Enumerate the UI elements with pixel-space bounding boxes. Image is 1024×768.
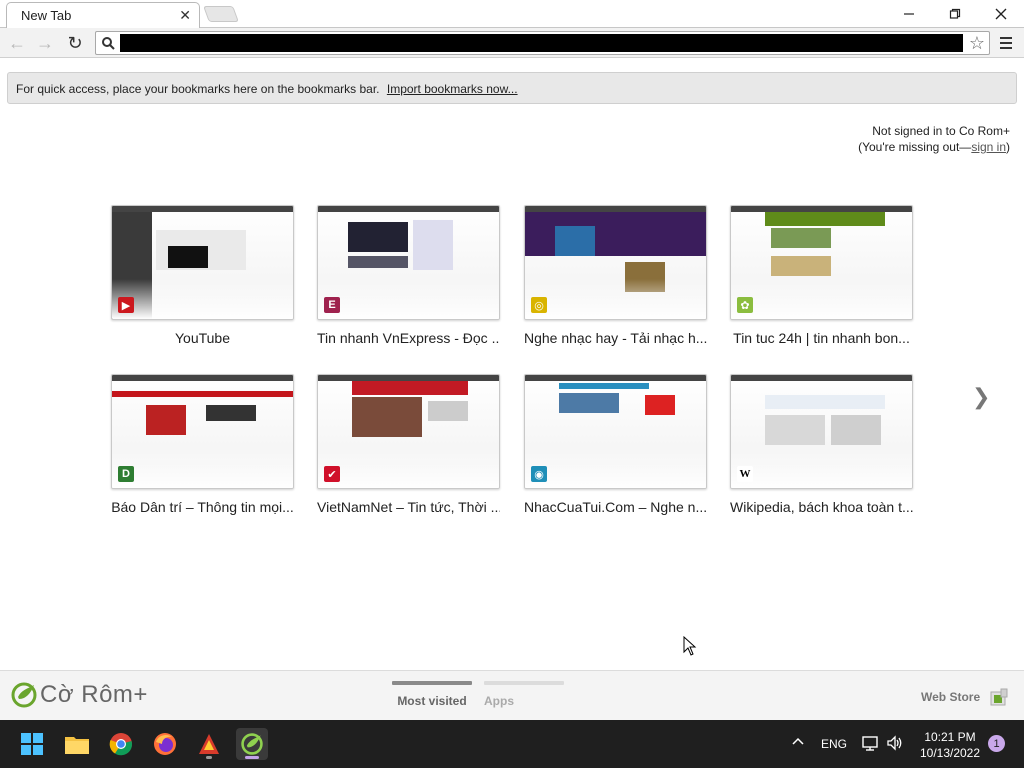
apps-label: Apps	[484, 694, 514, 708]
most-visited-tile[interactable]: ▶ YouTube	[111, 205, 294, 346]
forward-arrow-icon[interactable]: →	[34, 32, 56, 54]
tile-thumbnail[interactable]: E	[317, 205, 500, 320]
tab-most-visited[interactable]: Most visited	[392, 681, 472, 708]
tab-new-tab[interactable]: New Tab ✕	[6, 2, 200, 28]
clock-date: 10/13/2022	[919, 746, 981, 760]
youtube-icon: ▶	[118, 297, 134, 313]
windows-start-icon[interactable]	[16, 728, 48, 760]
tile-label[interactable]: Tin nhanh VnExpress - Đọc ...	[317, 330, 500, 346]
network-icon[interactable]	[861, 734, 879, 752]
game-app-icon[interactable]	[193, 728, 225, 760]
tab-apps[interactable]: Apps	[484, 681, 564, 708]
language-indicator[interactable]: ENG	[821, 737, 847, 751]
24h-icon: ✿	[737, 297, 753, 313]
clock-time: 10:21 PM	[924, 730, 976, 744]
address-input[interactable]	[120, 34, 963, 52]
most-visited-tile[interactable]: ✔ VietNamNet – Tin tức, Thời ...	[317, 374, 500, 515]
most-visited-tile[interactable]: ◎ Nghe nhạc hay - Tải nhạc h...	[524, 205, 707, 346]
dantri-icon: D	[118, 466, 134, 482]
firefox-icon[interactable]	[149, 728, 181, 760]
bookmark-star-icon[interactable]: ☆	[969, 33, 985, 53]
tile-label[interactable]: Nghe nhạc hay - Tải nhạc h...	[524, 330, 707, 346]
tile-thumbnail[interactable]: D	[111, 374, 294, 489]
back-arrow-icon[interactable]: ←	[6, 32, 28, 54]
web-store-link[interactable]: Web Store	[921, 690, 980, 704]
tile-thumbnail[interactable]: W	[730, 374, 913, 489]
reload-icon[interactable]: ↻	[64, 32, 86, 54]
tile-label[interactable]: Tin tuc 24h | tin nhanh bon...	[730, 330, 913, 346]
next-page-chevron-icon[interactable]: ❯	[972, 384, 990, 410]
tile-label[interactable]: NhacCuaTui.Com – Nghe n...	[524, 499, 707, 515]
volume-icon[interactable]	[886, 734, 904, 752]
system-clock[interactable]: 10:21 PM 10/13/2022	[915, 729, 985, 761]
address-bar[interactable]: ☆	[95, 31, 990, 55]
notification-badge[interactable]: 1	[988, 735, 1005, 752]
bookmarks-message: For quick access, place your bookmarks h…	[16, 82, 518, 96]
tile-thumbnail[interactable]: ◉	[524, 374, 707, 489]
most-visited-tile[interactable]: D Báo Dân trí – Thông tin mọi...	[111, 374, 294, 515]
web-store-icon[interactable]	[989, 687, 1009, 707]
signin-link[interactable]: sign in	[971, 140, 1006, 154]
vnexpress-icon: E	[324, 297, 340, 313]
signin-prompt: (You're missing out—sign in)	[858, 139, 1010, 155]
brand-name: Cờ Rôm+	[40, 681, 148, 708]
signin-status: Not signed in to Co Rom+	[872, 124, 1010, 138]
chevron-up-icon[interactable]	[790, 734, 806, 750]
ntp-footer: Cờ Rôm+ Most visited Apps Web Store	[0, 670, 1024, 720]
signin-prefix: (You're missing out—	[858, 140, 972, 154]
brand-logo: Cờ Rôm+	[10, 681, 148, 709]
most-visited-tile[interactable]: W Wikipedia, bách khoa toàn t...	[730, 374, 913, 515]
tile-thumbnail[interactable]: ▶	[111, 205, 294, 320]
file-explorer-icon[interactable]	[61, 728, 93, 760]
restore-icon[interactable]	[932, 0, 978, 28]
tab-strip: New Tab ✕	[0, 0, 1024, 28]
wikipedia-icon: W	[737, 466, 753, 482]
tile-thumbnail[interactable]: ✔	[317, 374, 500, 489]
tile-label[interactable]: Wikipedia, bách khoa toàn t...	[730, 499, 913, 515]
search-icon	[102, 37, 115, 50]
signin-promo: Not signed in to Co Rom+ (You're missing…	[858, 123, 1010, 155]
tab-title: New Tab	[21, 8, 72, 23]
most-visited-label: Most visited	[397, 694, 467, 708]
minimize-icon[interactable]	[886, 0, 932, 28]
signin-suffix: )	[1006, 140, 1010, 154]
chrome-icon[interactable]	[105, 728, 137, 760]
import-bookmarks-link[interactable]: Import bookmarks now...	[387, 82, 518, 96]
mouse-cursor-icon	[683, 636, 697, 656]
tile-label[interactable]: YouTube	[111, 330, 294, 346]
tile-label[interactable]: Báo Dân trí – Thông tin mọi...	[111, 499, 294, 515]
coccoc-browser-icon[interactable]	[236, 728, 268, 760]
most-visited-tile[interactable]: ◉ NhacCuaTui.Com – Nghe n...	[524, 374, 707, 515]
windows-taskbar: ENG 10:21 PM 10/13/2022 1	[0, 720, 1024, 768]
most-visited-tile[interactable]: ✿ Tin tuc 24h | tin nhanh bon...	[730, 205, 913, 346]
tile-thumbnail[interactable]: ✿	[730, 205, 913, 320]
menu-icon[interactable]	[996, 34, 1016, 52]
tab-close-icon[interactable]: ✕	[179, 7, 191, 23]
close-window-icon[interactable]	[978, 0, 1024, 28]
nhaccuatui-icon: ◉	[531, 466, 547, 482]
tile-label[interactable]: VietNamNet – Tin tức, Thời ...	[317, 499, 500, 515]
coccoc-logo-icon	[11, 682, 37, 708]
bookmarks-bar: For quick access, place your bookmarks h…	[7, 72, 1017, 104]
most-visited-tile[interactable]: E Tin nhanh VnExpress - Đọc ...	[317, 205, 500, 346]
music-disc-icon: ◎	[531, 297, 547, 313]
bookmarks-message-text: For quick access, place your bookmarks h…	[16, 82, 380, 96]
new-tab-button[interactable]	[203, 6, 239, 22]
browser-toolbar: ← → ↻ ☆	[0, 28, 1024, 58]
tile-thumbnail[interactable]: ◎	[524, 205, 707, 320]
vietnamnet-icon: ✔	[324, 466, 340, 482]
